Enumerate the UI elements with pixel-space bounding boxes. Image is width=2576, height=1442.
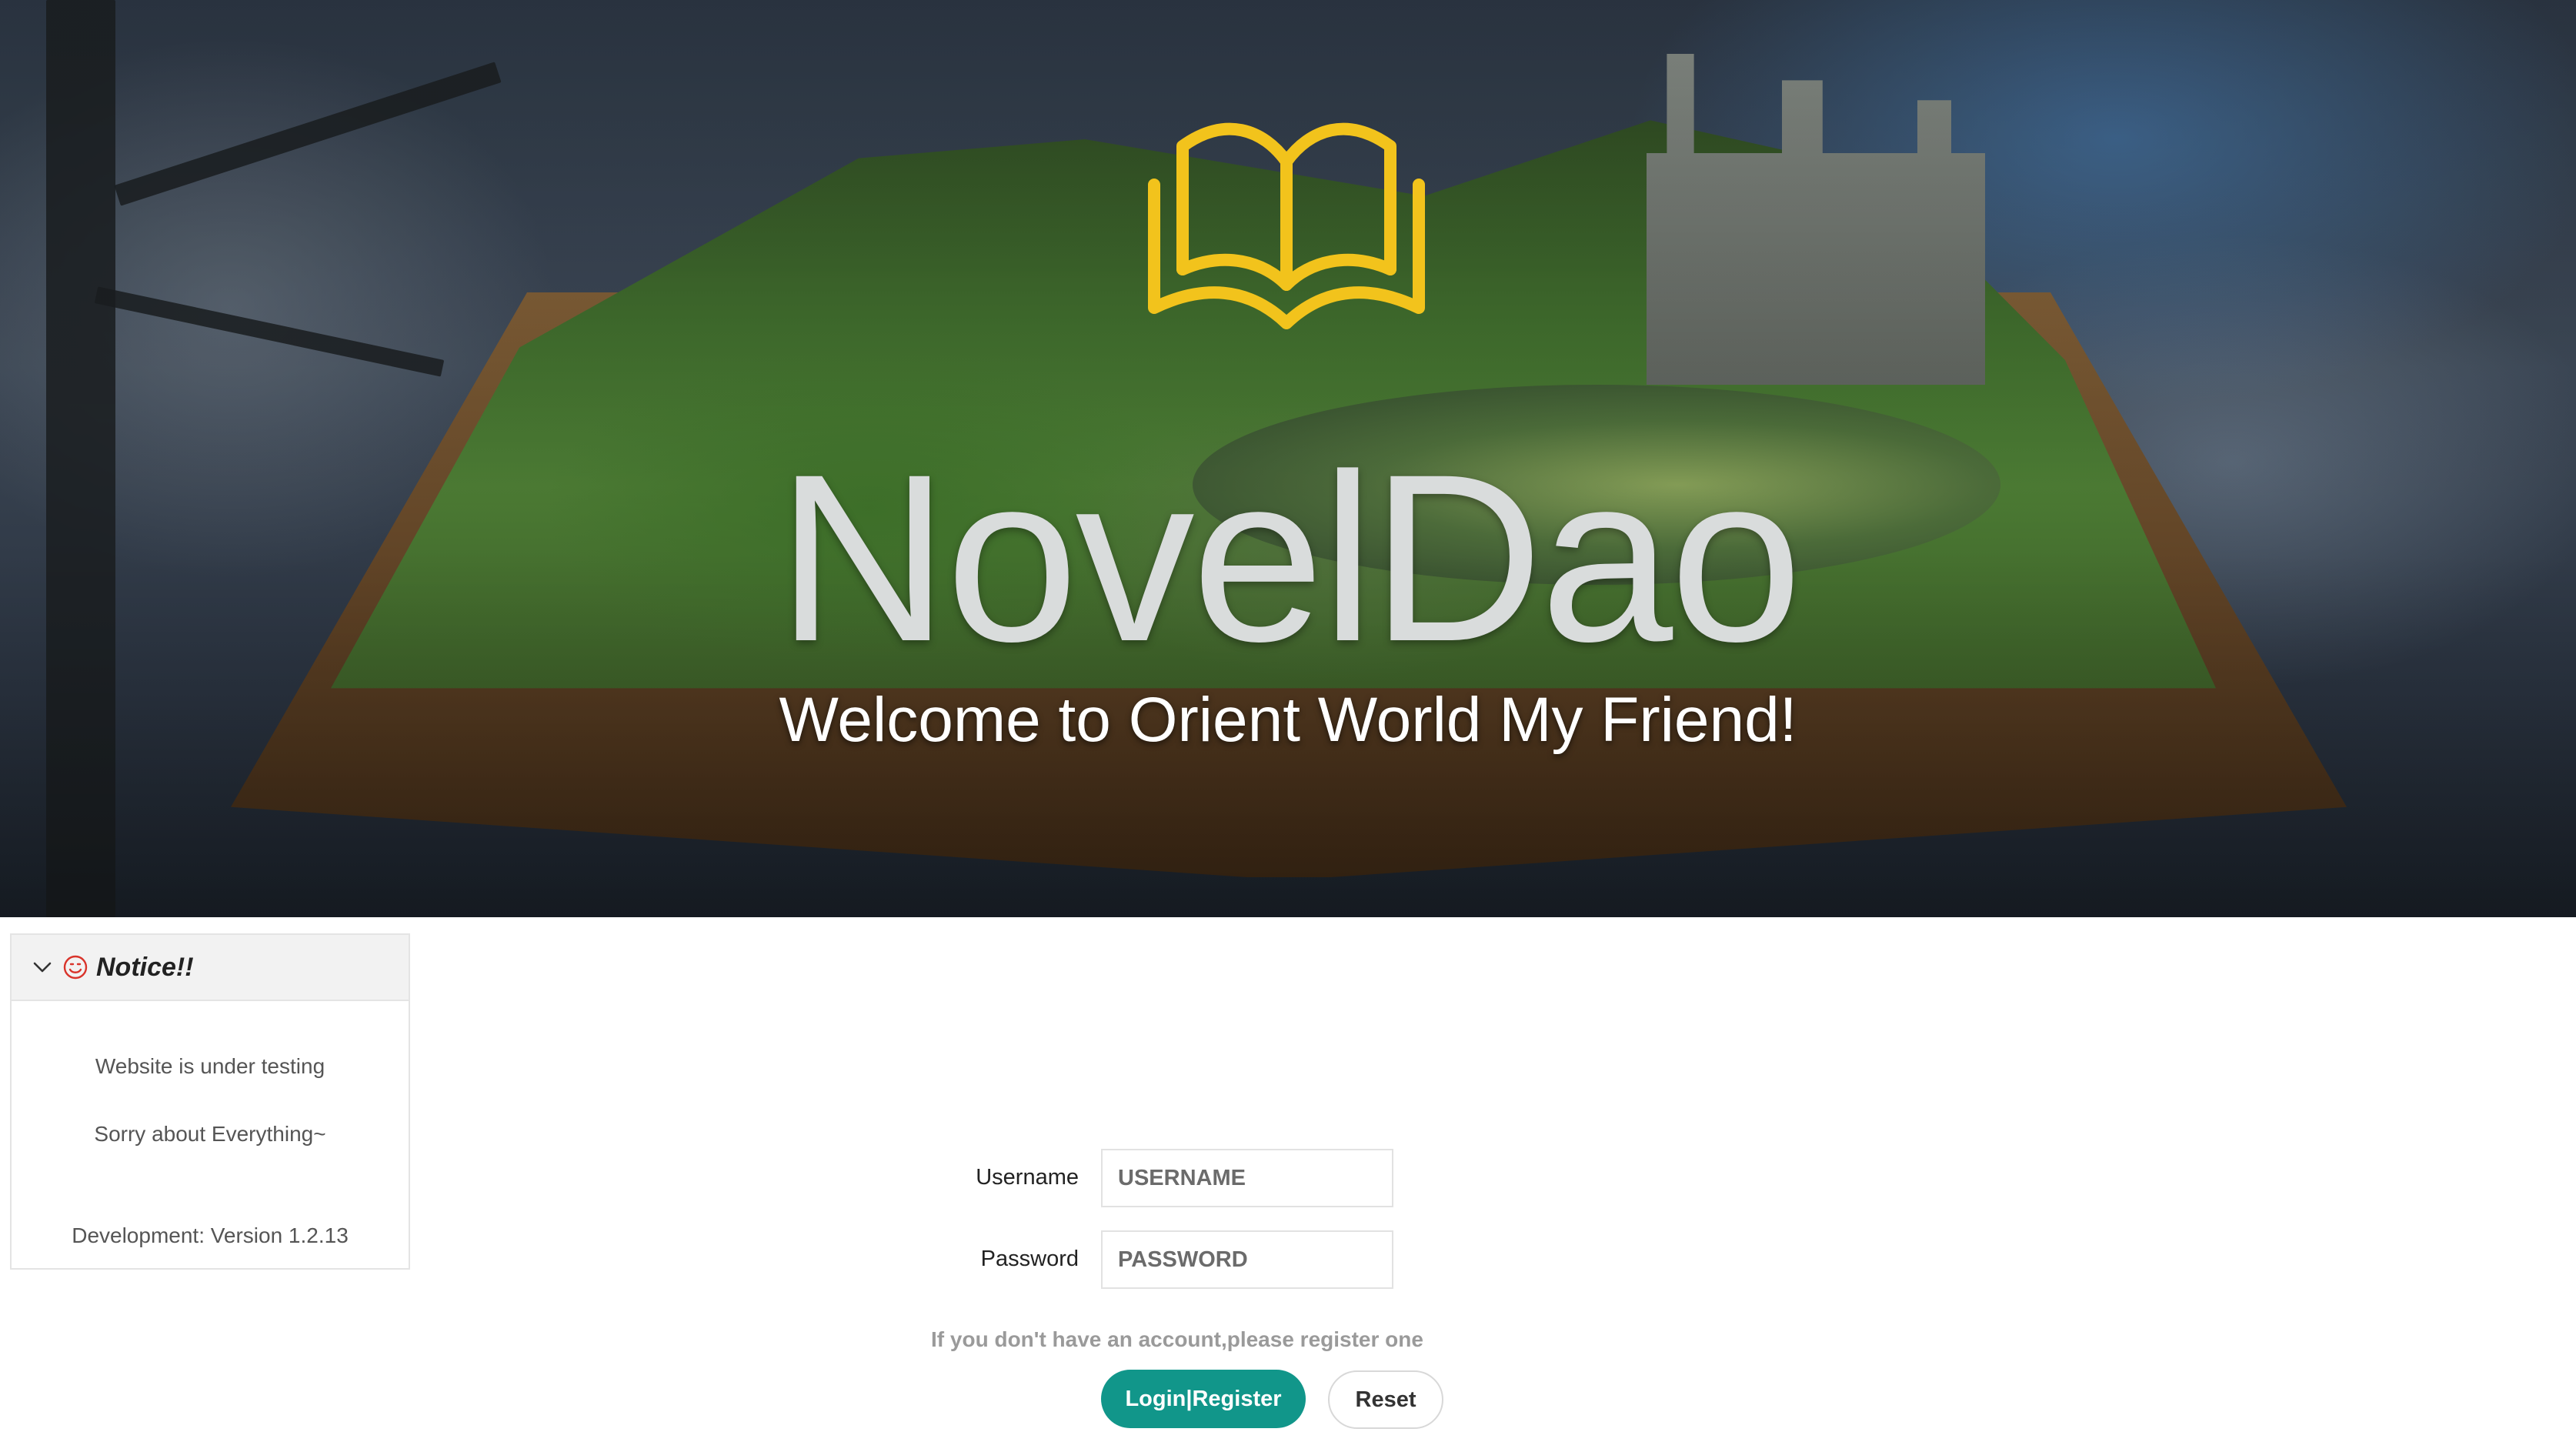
smile-icon [63, 955, 88, 980]
version-text: Development: Version 1.2.13 [72, 1223, 349, 1247]
username-label: Username [976, 1165, 1079, 1190]
register-hint: If you don't have an account,please regi… [931, 1327, 1423, 1351]
login-register-button[interactable]: Login|Register [1101, 1370, 1306, 1428]
notice-panel: Notice!! Website is under testing Sorry … [10, 933, 410, 1270]
notice-title: Notice!! [96, 952, 194, 982]
password-input[interactable] [1101, 1230, 1393, 1289]
open-book-icon [1148, 122, 1425, 329]
site-title: NovelDao [776, 424, 1802, 691]
hero-banner: NovelDao Welcome to Orient World My Frie… [0, 0, 2576, 917]
reset-button[interactable]: Reset [1328, 1370, 1443, 1429]
notice-header[interactable]: Notice!! [12, 935, 409, 1001]
notice-message: Website is under testing [95, 1054, 325, 1078]
chevron-down-icon[interactable] [33, 958, 52, 976]
notice-message: Sorry about Everything~ [94, 1122, 326, 1146]
password-label: Password [980, 1247, 1079, 1271]
site-subtitle: Welcome to Orient World My Friend! [779, 685, 1797, 755]
username-input[interactable] [1101, 1149, 1393, 1207]
